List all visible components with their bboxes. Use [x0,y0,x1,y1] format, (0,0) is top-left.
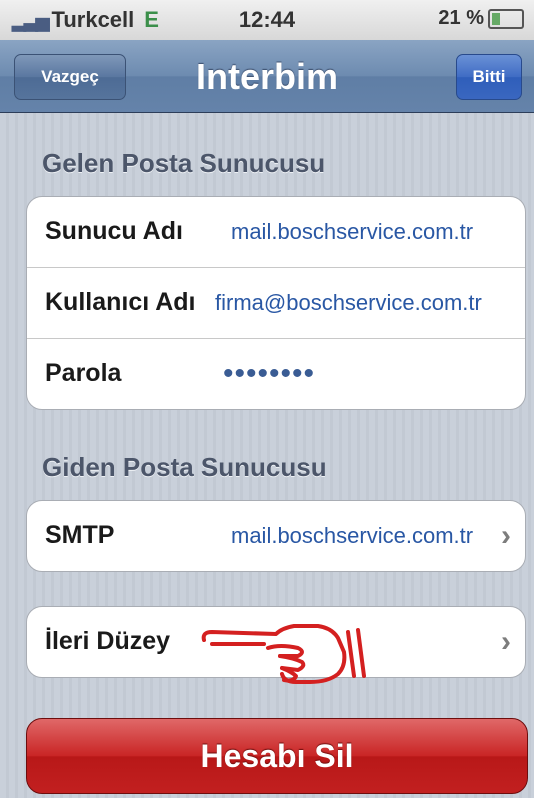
navigation-bar: Vazgeç Interbim Bitti [0,40,534,113]
battery-icon [488,8,524,29]
chevron-right-icon: › [501,519,511,552]
battery-indicator: 21 % [438,7,524,30]
username-field[interactable]: firma@boschservice.com.tr [215,290,482,316]
password-row[interactable]: Parola •••••••• [27,339,525,409]
username-row[interactable]: Kullanıcı Adı firma@boschservice.com.tr [27,268,525,339]
delete-account-button[interactable]: Hesabı Sil [26,718,528,794]
smtp-server-value: mail.boschservice.com.tr [231,523,474,548]
password-field[interactable]: •••••••• [223,357,315,391]
smtp-row[interactable]: SMTP mail.boschservice.com.tr › [27,501,525,571]
hostname-field[interactable]: mail.boschservice.com.tr [231,219,473,245]
password-label: Parola [45,359,122,387]
username-label: Kullanıcı Adı [45,288,196,316]
smtp-label: SMTP [45,521,115,549]
hostname-label: Sunucu Adı [45,217,183,245]
advanced-label: İleri Düzey [45,627,171,655]
done-button[interactable]: Bitti [456,54,522,100]
status-bar: ▂▃▅ Turkcell E 12:44 21 % [0,0,534,40]
chevron-right-icon: › [501,625,511,658]
outgoing-section-title: Giden Posta Sunucusu [42,452,327,482]
pointing-hand-icon [201,624,366,684]
page-title: Interbim [195,56,338,97]
outgoing-server-group: SMTP mail.boschservice.com.tr › [26,500,526,572]
battery-percent: 21 % [438,7,484,29]
hostname-row[interactable]: Sunucu Adı mail.boschservice.com.tr [27,197,525,268]
incoming-server-group: Sunucu Adı mail.boschservice.com.tr Kull… [26,196,526,410]
incoming-section-title: Gelen Posta Sunucusu [42,148,326,178]
